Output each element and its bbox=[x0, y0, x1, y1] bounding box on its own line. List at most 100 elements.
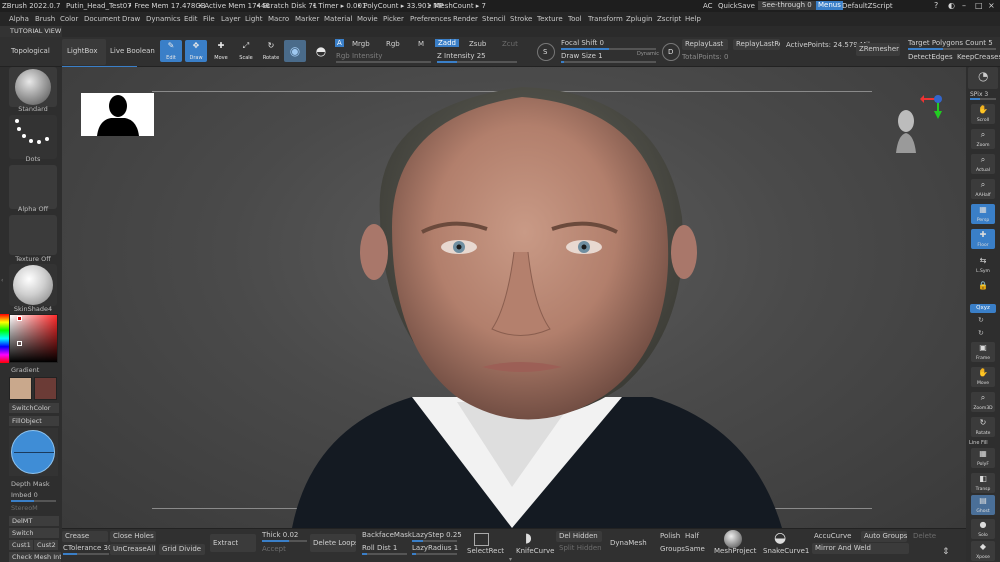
lightbox-button[interactable]: LightBox bbox=[62, 39, 106, 65]
keep-creases-toggle[interactable]: KeepCreases bbox=[957, 53, 1000, 61]
ctolerance-slider[interactable]: CTolerance 30 bbox=[63, 544, 112, 552]
focal-shift-gizmo[interactable]: S bbox=[537, 43, 555, 61]
delete-button[interactable]: Delete bbox=[913, 532, 936, 540]
select-rect-label[interactable]: SelectRect bbox=[467, 547, 504, 555]
bpr-button[interactable]: ◔ bbox=[968, 67, 998, 89]
fill-object-button[interactable]: FillObject bbox=[9, 416, 59, 426]
ctolerance-track[interactable] bbox=[63, 553, 109, 555]
snake-curve-label[interactable]: SnakeCurve1 bbox=[763, 547, 809, 555]
scroll-button[interactable]: ✋ Scroll bbox=[971, 104, 995, 124]
draw-size-slider[interactable]: Draw Size 1 bbox=[561, 52, 603, 60]
live-boolean-button[interactable]: Live Boolean bbox=[110, 47, 155, 55]
persp-button[interactable]: ▦ Persp bbox=[971, 204, 995, 224]
gizmo-button[interactable]: ◉ bbox=[284, 40, 306, 62]
check-mesh-button[interactable]: Check Mesh Int bbox=[9, 552, 61, 562]
menu-help[interactable]: Help bbox=[685, 15, 701, 23]
a-toggle[interactable]: A bbox=[335, 39, 344, 47]
stereo-m-toggle[interactable]: StereoM bbox=[11, 504, 59, 512]
switch-button[interactable]: Switch bbox=[9, 528, 59, 538]
delete-loops-button[interactable]: Delete Loops bbox=[310, 534, 356, 552]
aahalf-button[interactable]: ⌕ AAHalf bbox=[971, 179, 995, 199]
dynamesh-button[interactable]: DynaMesh bbox=[610, 539, 647, 547]
menu-material[interactable]: Material bbox=[324, 15, 352, 23]
move-mode-button[interactable]: ✚ Move bbox=[210, 40, 232, 62]
mesh-project-icon[interactable] bbox=[724, 530, 742, 548]
menu-draw[interactable]: Draw bbox=[122, 15, 140, 23]
rotate-z-icon[interactable]: ↻ bbox=[978, 329, 984, 337]
frame-button[interactable]: ▣ Frame bbox=[971, 342, 995, 362]
split-hidden-button[interactable]: Split Hidden bbox=[559, 544, 602, 552]
del-mt-button[interactable]: DelMT bbox=[9, 516, 59, 526]
floor-button[interactable]: ✚ Floor bbox=[971, 229, 995, 249]
rotate-y-icon[interactable]: ↻ bbox=[978, 316, 984, 324]
knife-curve-label[interactable]: KnifeCurve bbox=[516, 547, 554, 555]
menu-alpha[interactable]: Alpha bbox=[9, 15, 29, 23]
menu-zplugin[interactable]: Zplugin bbox=[626, 15, 652, 23]
menu-file[interactable]: File bbox=[203, 15, 215, 23]
target-polygons-track[interactable] bbox=[908, 48, 996, 50]
gradient-toggle[interactable]: Gradient bbox=[11, 366, 59, 374]
extract-button[interactable]: Extract bbox=[210, 534, 256, 552]
mirror-and-weld-button[interactable]: Mirror And Weld bbox=[812, 543, 909, 554]
detect-edges-toggle[interactable]: DetectEdges bbox=[908, 53, 953, 61]
axis-gizmo-icon[interactable] bbox=[920, 91, 946, 121]
zremesher-button[interactable]: ZRemesher bbox=[856, 43, 900, 56]
edit-mode-button[interactable]: ✎ Edit bbox=[160, 40, 182, 62]
accu-curve-toggle[interactable]: AccuCurve bbox=[814, 532, 851, 540]
lock-button[interactable]: 🔒 bbox=[971, 280, 995, 300]
thick-track[interactable] bbox=[262, 540, 307, 542]
imbed-slider[interactable]: Imbed 0 bbox=[11, 491, 59, 499]
spix-track[interactable] bbox=[970, 98, 996, 100]
polyf-button[interactable]: ▦ PolyF bbox=[971, 448, 995, 468]
switch-color-button[interactable]: SwitchColor bbox=[9, 403, 59, 413]
dynamic-toggle[interactable]: Dynamic bbox=[637, 51, 659, 57]
orientation-gizmo[interactable] bbox=[894, 105, 920, 153]
head-model[interactable] bbox=[62, 67, 966, 528]
menu-render[interactable]: Render bbox=[453, 15, 478, 23]
mrgb-toggle[interactable]: Mrgb bbox=[352, 40, 370, 48]
lazy-radius-track[interactable] bbox=[412, 553, 457, 555]
rotate-mode-button[interactable]: ↻ Rotate bbox=[260, 40, 282, 62]
del-hidden-button[interactable]: Del Hidden bbox=[556, 531, 602, 542]
quicksave-button[interactable]: QuickSave bbox=[718, 2, 755, 10]
rgb-intensity-slider[interactable]: Rgb Intensity bbox=[336, 52, 382, 60]
menu-tool[interactable]: Tool bbox=[568, 15, 582, 23]
ghost-button[interactable]: ▤ Ghost bbox=[971, 495, 995, 515]
close-holes-button[interactable]: Close Holes bbox=[110, 531, 156, 542]
z-intensity-track[interactable] bbox=[437, 61, 517, 63]
draw-mode-button[interactable]: ✥ Draw bbox=[185, 40, 207, 62]
uncrease-all-button[interactable]: UnCreaseAll bbox=[110, 544, 156, 555]
lazy-step-slider[interactable]: LazyStep 0.25 bbox=[412, 531, 462, 539]
menu-color[interactable]: Color bbox=[60, 15, 78, 23]
replay-last-button[interactable]: ReplayLast bbox=[682, 39, 728, 50]
backface-mask-toggle[interactable]: BackfaceMask bbox=[362, 531, 412, 539]
rgb-toggle[interactable]: Rgb bbox=[386, 40, 400, 48]
zoom-button[interactable]: ⌕ Zoom bbox=[971, 129, 995, 149]
alpha-selector[interactable] bbox=[9, 165, 57, 209]
grid-divide-button[interactable]: Grid Divide bbox=[159, 544, 205, 555]
menu-texture[interactable]: Texture bbox=[537, 15, 563, 23]
menu-edit[interactable]: Edit bbox=[184, 15, 198, 23]
stroke-selector[interactable] bbox=[9, 115, 57, 159]
z-intensity-slider[interactable]: Z Intensity 25 bbox=[437, 52, 486, 60]
line-fill-toggle[interactable]: Line Fill bbox=[969, 440, 988, 446]
menu-stencil[interactable]: Stencil bbox=[482, 15, 506, 23]
roll-dist-slider[interactable]: Roll Dist 1 bbox=[362, 544, 397, 552]
lazy-step-track[interactable] bbox=[412, 540, 457, 542]
see-through-slider[interactable]: See-through 0 bbox=[758, 1, 816, 10]
imbed-track[interactable] bbox=[11, 500, 56, 502]
menu-preferences[interactable]: Preferences bbox=[410, 15, 451, 23]
left-tray-arrow-icon[interactable]: ‹ bbox=[1, 277, 3, 284]
menu-marker[interactable]: Marker bbox=[295, 15, 319, 23]
solo-brush-button[interactable]: ◓ bbox=[310, 40, 332, 62]
polish-toggle[interactable]: Polish bbox=[660, 532, 680, 540]
zsub-toggle[interactable]: Zsub bbox=[469, 40, 486, 48]
menu-stroke[interactable]: Stroke bbox=[510, 15, 532, 23]
secondary-color-swatch[interactable] bbox=[34, 377, 57, 400]
zcut-toggle[interactable]: Zcut bbox=[502, 40, 518, 48]
target-polygons-slider[interactable]: Target Polygons Count 5 bbox=[908, 39, 993, 47]
lazy-radius-slider[interactable]: LazyRadius 1 bbox=[412, 544, 458, 552]
solo-button[interactable]: ● Solo bbox=[971, 519, 995, 539]
tutorial-view-button[interactable]: TUTORIAL VIEW bbox=[0, 26, 62, 37]
groups-toggle[interactable]: Groups bbox=[660, 545, 685, 553]
